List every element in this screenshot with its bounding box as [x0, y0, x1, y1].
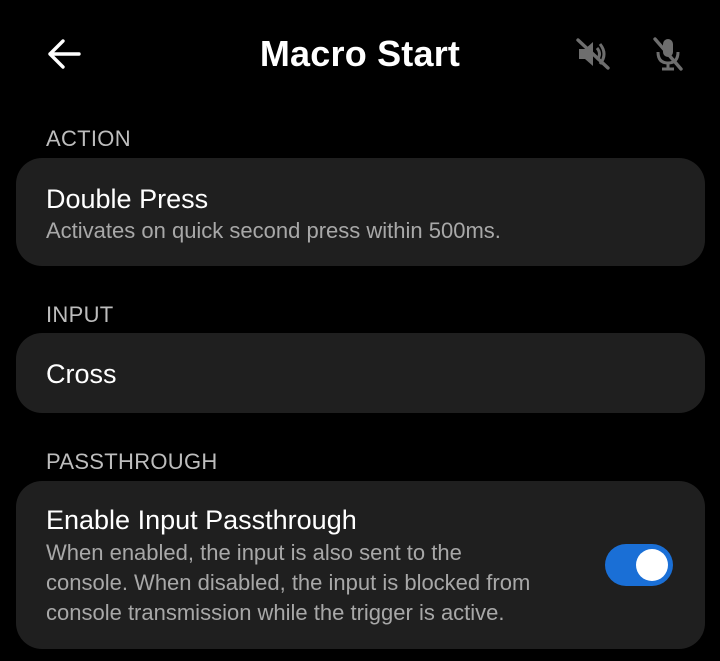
passthrough-toggle[interactable]	[605, 544, 673, 586]
action-card[interactable]: Double Press Activates on quick second p…	[16, 158, 705, 266]
action-subtitle: Activates on quick second press within 5…	[46, 218, 501, 243]
input-value: Cross	[46, 359, 117, 389]
top-app-bar: Macro Start	[0, 0, 720, 110]
section-label-action: ACTION	[46, 126, 131, 151]
passthrough-description-line: console. When disabled, the input is blo…	[46, 570, 531, 595]
input-card[interactable]: Cross	[16, 333, 705, 413]
toggle-knob	[636, 549, 668, 581]
section-label-input: INPUT	[46, 302, 114, 327]
passthrough-title: Enable Input Passthrough	[46, 505, 357, 535]
speaker-muted-icon	[576, 38, 610, 70]
passthrough-card[interactable]: Enable Input Passthrough When enabled, t…	[16, 481, 705, 649]
mic-muted-icon	[653, 37, 683, 71]
section-label-passthrough: PASSTHROUGH	[46, 449, 218, 474]
mute-speaker-button[interactable]	[571, 32, 615, 76]
passthrough-description-line: console transmission while the trigger i…	[46, 600, 505, 625]
mute-mic-button[interactable]	[646, 32, 690, 76]
passthrough-description-line: When enabled, the input is also sent to …	[46, 540, 462, 565]
action-title: Double Press	[46, 184, 209, 214]
